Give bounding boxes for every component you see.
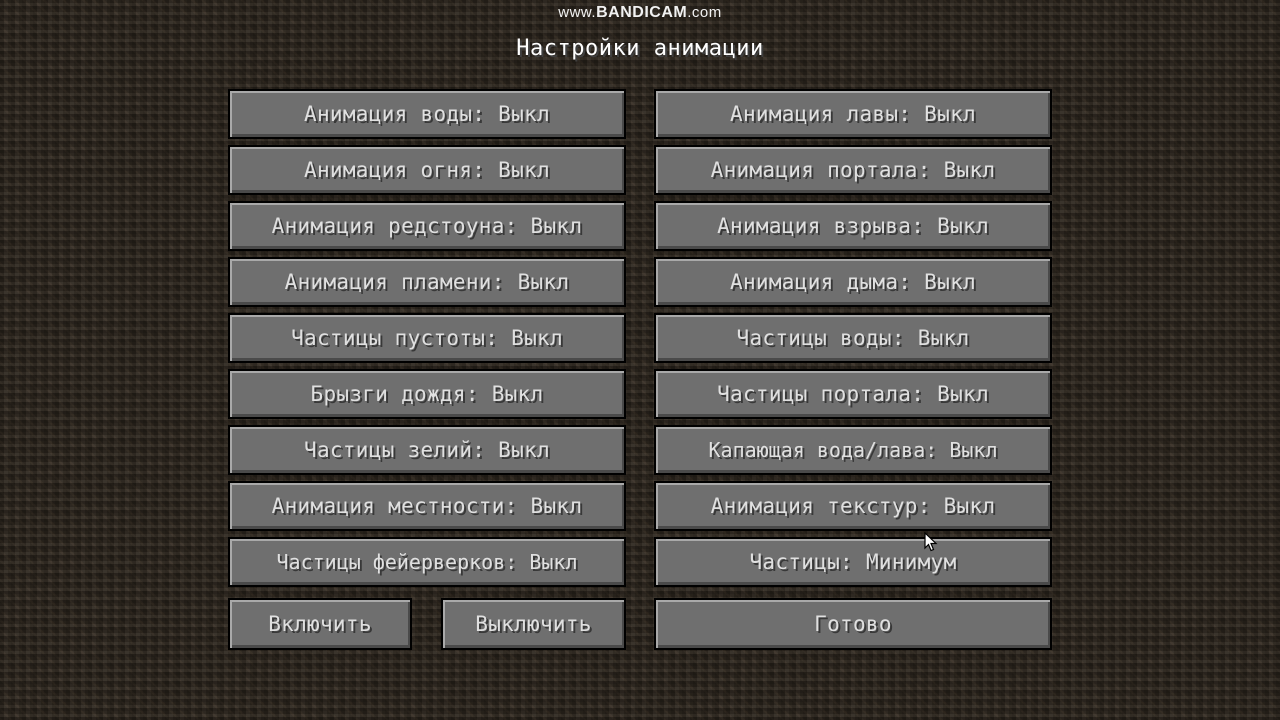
water-animation-toggle[interactable]: Анимация воды: Выкл bbox=[228, 89, 626, 139]
portal-particles-toggle[interactable]: Частицы портала: Выкл bbox=[654, 369, 1052, 419]
watermark-brand: BANDICAM bbox=[596, 4, 688, 21]
texture-animation-toggle[interactable]: Анимация текстур: Выкл bbox=[654, 481, 1052, 531]
mouse-cursor-icon bbox=[924, 532, 938, 552]
smoke-animation-toggle[interactable]: Анимация дыма: Выкл bbox=[654, 257, 1052, 307]
done-button[interactable]: Готово bbox=[654, 598, 1052, 650]
void-particles-toggle[interactable]: Частицы пустоты: Выкл bbox=[228, 313, 626, 363]
enable-all-button[interactable]: Включить bbox=[228, 598, 412, 650]
particles-level-button[interactable]: Частицы: Минимум bbox=[654, 537, 1052, 587]
lava-animation-toggle[interactable]: Анимация лавы: Выкл bbox=[654, 89, 1052, 139]
terrain-animation-toggle[interactable]: Анимация местности: Выкл bbox=[228, 481, 626, 531]
screen-title: Настройки анимации bbox=[516, 36, 764, 61]
potion-particles-toggle[interactable]: Частицы зелий: Выкл bbox=[228, 425, 626, 475]
rain-splash-toggle[interactable]: Брызги дождя: Выкл bbox=[228, 369, 626, 419]
bandicam-watermark: www.BANDICAM.com bbox=[0, 4, 1280, 22]
watermark-prefix: www. bbox=[558, 4, 597, 21]
firework-particles-toggle[interactable]: Частицы фейерверков: Выкл bbox=[228, 537, 626, 587]
fire-animation-toggle[interactable]: Анимация огня: Выкл bbox=[228, 145, 626, 195]
flame-animation-toggle[interactable]: Анимация пламени: Выкл bbox=[228, 257, 626, 307]
disable-all-button[interactable]: Выключить bbox=[441, 598, 626, 650]
watermark-suffix: .com bbox=[687, 4, 722, 21]
portal-animation-toggle[interactable]: Анимация портала: Выкл bbox=[654, 145, 1052, 195]
water-particles-toggle[interactable]: Частицы воды: Выкл bbox=[654, 313, 1052, 363]
dripping-water-lava-toggle[interactable]: Капающая вода/лава: Выкл bbox=[654, 425, 1052, 475]
explosion-animation-toggle[interactable]: Анимация взрыва: Выкл bbox=[654, 201, 1052, 251]
redstone-animation-toggle[interactable]: Анимация редстоуна: Выкл bbox=[228, 201, 626, 251]
